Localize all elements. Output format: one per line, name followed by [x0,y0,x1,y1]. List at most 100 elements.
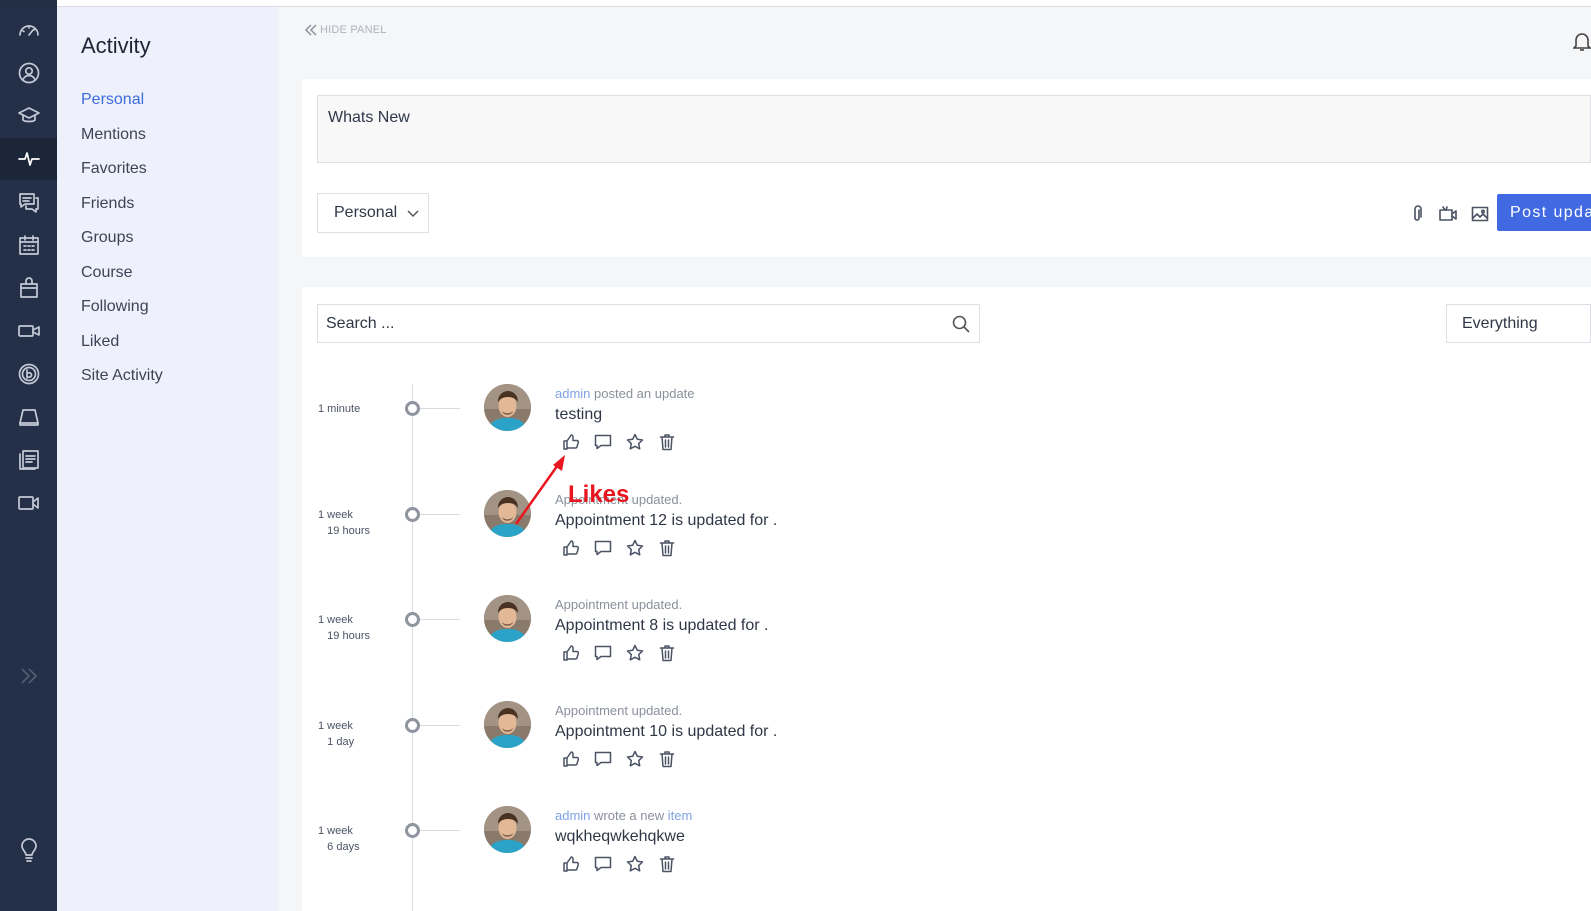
delete-trash-icon[interactable] [658,750,676,768]
activity-content: testing [555,406,603,423]
profile-icon[interactable] [0,52,57,94]
privacy-value: Personal [334,204,398,221]
lightbulb-icon[interactable] [0,829,57,871]
messages-icon[interactable] [0,181,57,223]
subnav-item-groups[interactable]: Groups [81,229,163,264]
activity-content: Appointment 12 is updated for . [555,512,778,529]
activity-actions [562,750,676,768]
timeline-connector [420,725,460,726]
activity-feed: Search ... Everything 1 minute admin pos… [302,287,1591,911]
actor-link[interactable]: admin [555,808,590,823]
drive-icon[interactable] [0,396,57,438]
courses-icon[interactable] [0,95,57,137]
comment-icon[interactable] [594,433,612,451]
like-icon[interactable] [562,750,580,768]
activity-action: posted an update [590,386,695,401]
subnav-item-course[interactable]: Course [81,264,163,299]
actor-link[interactable]: admin [555,386,590,401]
search-icon[interactable] [952,315,970,333]
subnav-item-site-activity[interactable]: Site Activity [81,367,163,402]
main-content: HIDE PANEL Whats New Personal Post updat… [278,7,1591,911]
activity-content: Appointment 8 is updated for . [555,617,769,634]
avatar[interactable] [484,490,531,537]
activity-time: 1 week 19 hours [318,614,370,642]
delete-trash-icon[interactable] [658,433,676,451]
activity-item: 1 week 19 hours Appointment updated. App… [302,490,1591,596]
avatar[interactable] [484,701,531,748]
comment-icon[interactable] [594,644,612,662]
timeline-connector [420,514,460,515]
activity-item: 1 week 6 days admin wrote a new item wqk… [302,806,1591,911]
delete-trash-icon[interactable] [658,539,676,557]
activity-item: 1 week 19 hours Appointment updated. App… [302,595,1591,701]
activity-time: 1 week 6 days [318,825,360,853]
activity-time: 1 minute [318,403,361,415]
comment-icon[interactable] [594,750,612,768]
favorite-star-icon[interactable] [626,433,644,451]
video-upload-icon[interactable] [1439,205,1457,223]
item-link[interactable]: item [668,808,693,823]
avatar[interactable] [484,595,531,642]
favorite-star-icon[interactable] [626,539,644,557]
timeline-connector [420,830,460,831]
subnav-item-favorites[interactable]: Favorites [81,160,163,195]
activity-item: 1 minute admin posted an update testing [302,384,1591,490]
like-icon[interactable] [562,644,580,662]
like-icon[interactable] [562,855,580,873]
dashboard-icon[interactable] [0,9,57,51]
delete-trash-icon[interactable] [658,644,676,662]
hide-panel-button[interactable]: HIDE PANEL [304,23,387,37]
zoom-icon[interactable] [0,482,57,524]
chevron-down-icon [407,210,419,218]
notifications-bell-icon[interactable] [1572,31,1591,51]
timeline-connector [420,408,460,409]
buddyboss-icon[interactable] [0,353,57,395]
favorite-star-icon[interactable] [626,644,644,662]
hide-panel-label: HIDE PANEL [320,24,387,36]
delete-trash-icon[interactable] [658,855,676,873]
expand-rail-icon[interactable] [0,666,57,690]
privacy-select[interactable]: Personal [317,193,429,233]
activity-icon[interactable] [0,138,57,180]
activity-filter-select[interactable]: Everything [1446,304,1591,343]
activity-item: 1 week 1 day Appointment updated. Appoin… [302,701,1591,807]
subnav-item-liked[interactable]: Liked [81,333,163,368]
activity-time: 1 week 1 day [318,720,355,748]
shop-icon[interactable] [0,267,57,309]
activity-meta: Appointment updated. [555,703,683,718]
activity-meta: admin posted an update [555,386,695,401]
post-update-button[interactable]: Post update [1497,194,1591,231]
subnav-item-mentions[interactable]: Mentions [81,126,163,161]
attachment-icon[interactable] [1408,205,1426,223]
activity-meta: admin wrote a new item [555,808,692,823]
timeline-dot [405,612,420,627]
subnav-item-personal[interactable]: Personal [81,91,163,126]
whats-new-input[interactable]: Whats New [317,95,1591,163]
avatar[interactable] [484,384,531,431]
activity-subnav: Activity Personal Mentions Favorites Fri… [57,7,278,911]
activity-time: 1 week 19 hours [318,509,370,537]
icon-rail [0,7,57,911]
activity-meta: Appointment updated. [555,597,683,612]
calendar-icon[interactable] [0,224,57,266]
subnav-item-friends[interactable]: Friends [81,195,163,230]
activity-actions [562,644,676,662]
like-icon[interactable] [562,433,580,451]
documents-icon[interactable] [0,439,57,481]
subnav-item-following[interactable]: Following [81,298,163,333]
like-icon[interactable] [562,539,580,557]
subnav-list: Personal Mentions Favorites Friends Grou… [81,91,163,402]
favorite-star-icon[interactable] [626,855,644,873]
comment-icon[interactable] [594,539,612,557]
photo-upload-icon[interactable] [1471,205,1489,223]
subnav-title: Activity [81,33,151,58]
double-chevron-left-icon [304,24,317,36]
activity-content: wqkheqwkehqkwe [555,828,685,845]
avatar[interactable] [484,806,531,853]
favorite-star-icon[interactable] [626,750,644,768]
search-input[interactable]: Search ... [317,304,980,343]
timeline-dot [405,401,420,416]
activity-content: Appointment 10 is updated for . [555,723,778,740]
comment-icon[interactable] [594,855,612,873]
video-icon[interactable] [0,310,57,352]
